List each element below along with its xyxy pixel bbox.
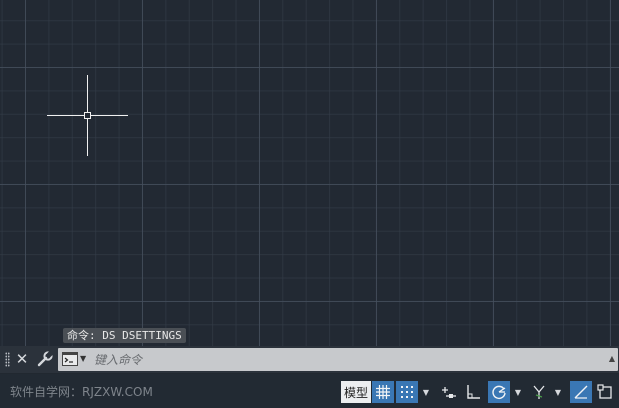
snap-mode-button[interactable] [396,381,418,403]
wrench-icon[interactable] [36,350,54,368]
chevron-up-icon[interactable]: ▲ [609,351,615,367]
autocad-window: 命令: DS DSETTINGS ✕ ▼ ▲ [0,0,619,408]
isodraft-dropdown-chevron-icon[interactable]: ▼ [552,381,564,403]
isodraft-button[interactable] [528,381,550,403]
ortho-icon [465,384,481,400]
snap-dropdown-chevron-icon[interactable]: ▼ [420,381,432,403]
infer-constraints-button[interactable] [438,381,460,403]
crosshair-pickbox [84,112,91,119]
polar-dropdown-chevron-icon[interactable]: ▼ [512,381,524,403]
object-snap-tracking-button[interactable] [570,381,592,403]
polar-tracking-icon [491,384,507,400]
object-snap-tracking-icon [573,384,589,400]
grid-display-button[interactable] [372,381,394,403]
model-space-button[interactable]: 模型 [341,381,371,403]
watermark-text: 软件自学网：RJZXW.COM [10,385,153,399]
ortho-mode-button[interactable] [462,381,484,403]
chevron-down-icon[interactable]: ▼ [80,351,86,367]
object-snap-button[interactable] [594,381,616,403]
command-input[interactable] [94,350,594,369]
polar-tracking-button[interactable] [488,381,510,403]
command-history-line: 命令: DS DSETTINGS [63,328,186,343]
drag-grip-icon[interactable] [5,352,10,367]
close-icon[interactable]: ✕ [14,349,30,369]
command-prompt-icon[interactable] [62,352,78,366]
command-line-bar: ✕ ▼ ▲ [0,346,619,373]
status-bar: 软件自学网：RJZXW.COM 模型 ▼ ▼ ▼ [0,374,619,408]
snap-icon [399,384,415,400]
drawing-canvas[interactable]: 命令: DS DSETTINGS [0,0,619,346]
object-snap-icon [597,384,613,400]
command-input-container: ▼ ▲ [58,348,618,371]
isodraft-icon [531,384,547,400]
grid-icon [375,384,391,400]
infer-constraints-icon [440,384,458,400]
